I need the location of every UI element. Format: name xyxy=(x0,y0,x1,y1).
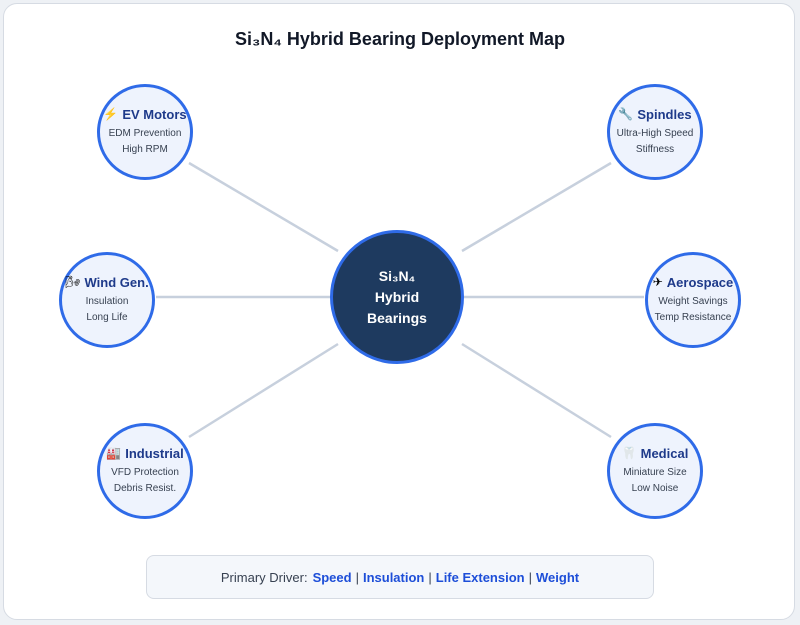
center-line: Hybrid xyxy=(374,288,420,305)
node-medical: 🦷 Medical Miniature Size Low Noise xyxy=(607,423,703,519)
connector-ev-motors xyxy=(188,161,339,253)
node-label: Medical xyxy=(640,445,689,461)
legend-prefix: Primary Driver: xyxy=(220,569,308,585)
connector-industrial xyxy=(188,342,339,439)
node-detail: EDM Prevention xyxy=(108,127,182,139)
node-detail: Low Noise xyxy=(631,482,679,494)
connector-spindles xyxy=(461,161,612,253)
node-label: Wind Gen. xyxy=(84,274,149,290)
node-detail: Long Life xyxy=(86,311,128,323)
center-hub: Si₃N₄ Hybrid Bearings xyxy=(330,230,464,364)
driver-keyword: Life Extension xyxy=(435,569,525,585)
node-spindles: 🔧 Spindles Ultra-High Speed Stiffness xyxy=(607,84,703,180)
tooth-icon: 🦷 xyxy=(621,446,637,460)
legend-separator: | xyxy=(428,569,432,585)
driver-keyword: Speed xyxy=(312,569,352,585)
node-detail: VFD Protection xyxy=(111,466,179,478)
node-detail: Stiffness xyxy=(635,143,675,155)
airplane-icon: ✈ xyxy=(652,275,663,289)
node-detail: Miniature Size xyxy=(623,466,687,478)
node-detail: Temp Resistance xyxy=(654,311,732,323)
wind-icon: 🌬 xyxy=(65,275,81,289)
node-label: Aerospace xyxy=(666,274,734,290)
node-industrial: 🏭 Industrial VFD Protection Debris Resis… xyxy=(97,423,193,519)
node-detail: Weight Savings xyxy=(658,295,728,307)
diagram-title: Si₃N₄ Hybrid Bearing Deployment Map xyxy=(235,29,565,49)
driver-keyword: Weight xyxy=(536,569,580,585)
node-label: EV Motors xyxy=(122,106,187,122)
factory-icon: 🏭 xyxy=(106,446,122,460)
lightning-icon: ⚡ xyxy=(103,107,119,121)
legend-separator: | xyxy=(528,569,532,585)
node-detail: Ultra-High Speed xyxy=(616,127,694,139)
node-aerospace: ✈ Aerospace Weight Savings Temp Resistan… xyxy=(645,252,741,348)
center-line: Si₃N₄ xyxy=(378,267,416,284)
node-detail: High RPM xyxy=(122,143,168,155)
node-wind-gen: 🌬 Wind Gen. Insulation Long Life xyxy=(59,252,155,348)
connector-medical xyxy=(461,342,612,439)
primary-driver-legend: Primary Driver: Speed | Insulation | Lif… xyxy=(146,555,654,599)
center-line: Bearings xyxy=(367,309,427,326)
node-ev-motors: ⚡ EV Motors EDM Prevention High RPM xyxy=(97,84,193,180)
node-detail: Debris Resist. xyxy=(113,482,177,494)
node-label: Industrial xyxy=(125,445,184,461)
legend-separator: | xyxy=(355,569,359,585)
driver-keyword: Insulation xyxy=(362,569,425,585)
node-detail: Insulation xyxy=(85,295,129,307)
node-label: Spindles xyxy=(637,106,692,122)
wrench-icon: 🔧 xyxy=(618,107,634,121)
